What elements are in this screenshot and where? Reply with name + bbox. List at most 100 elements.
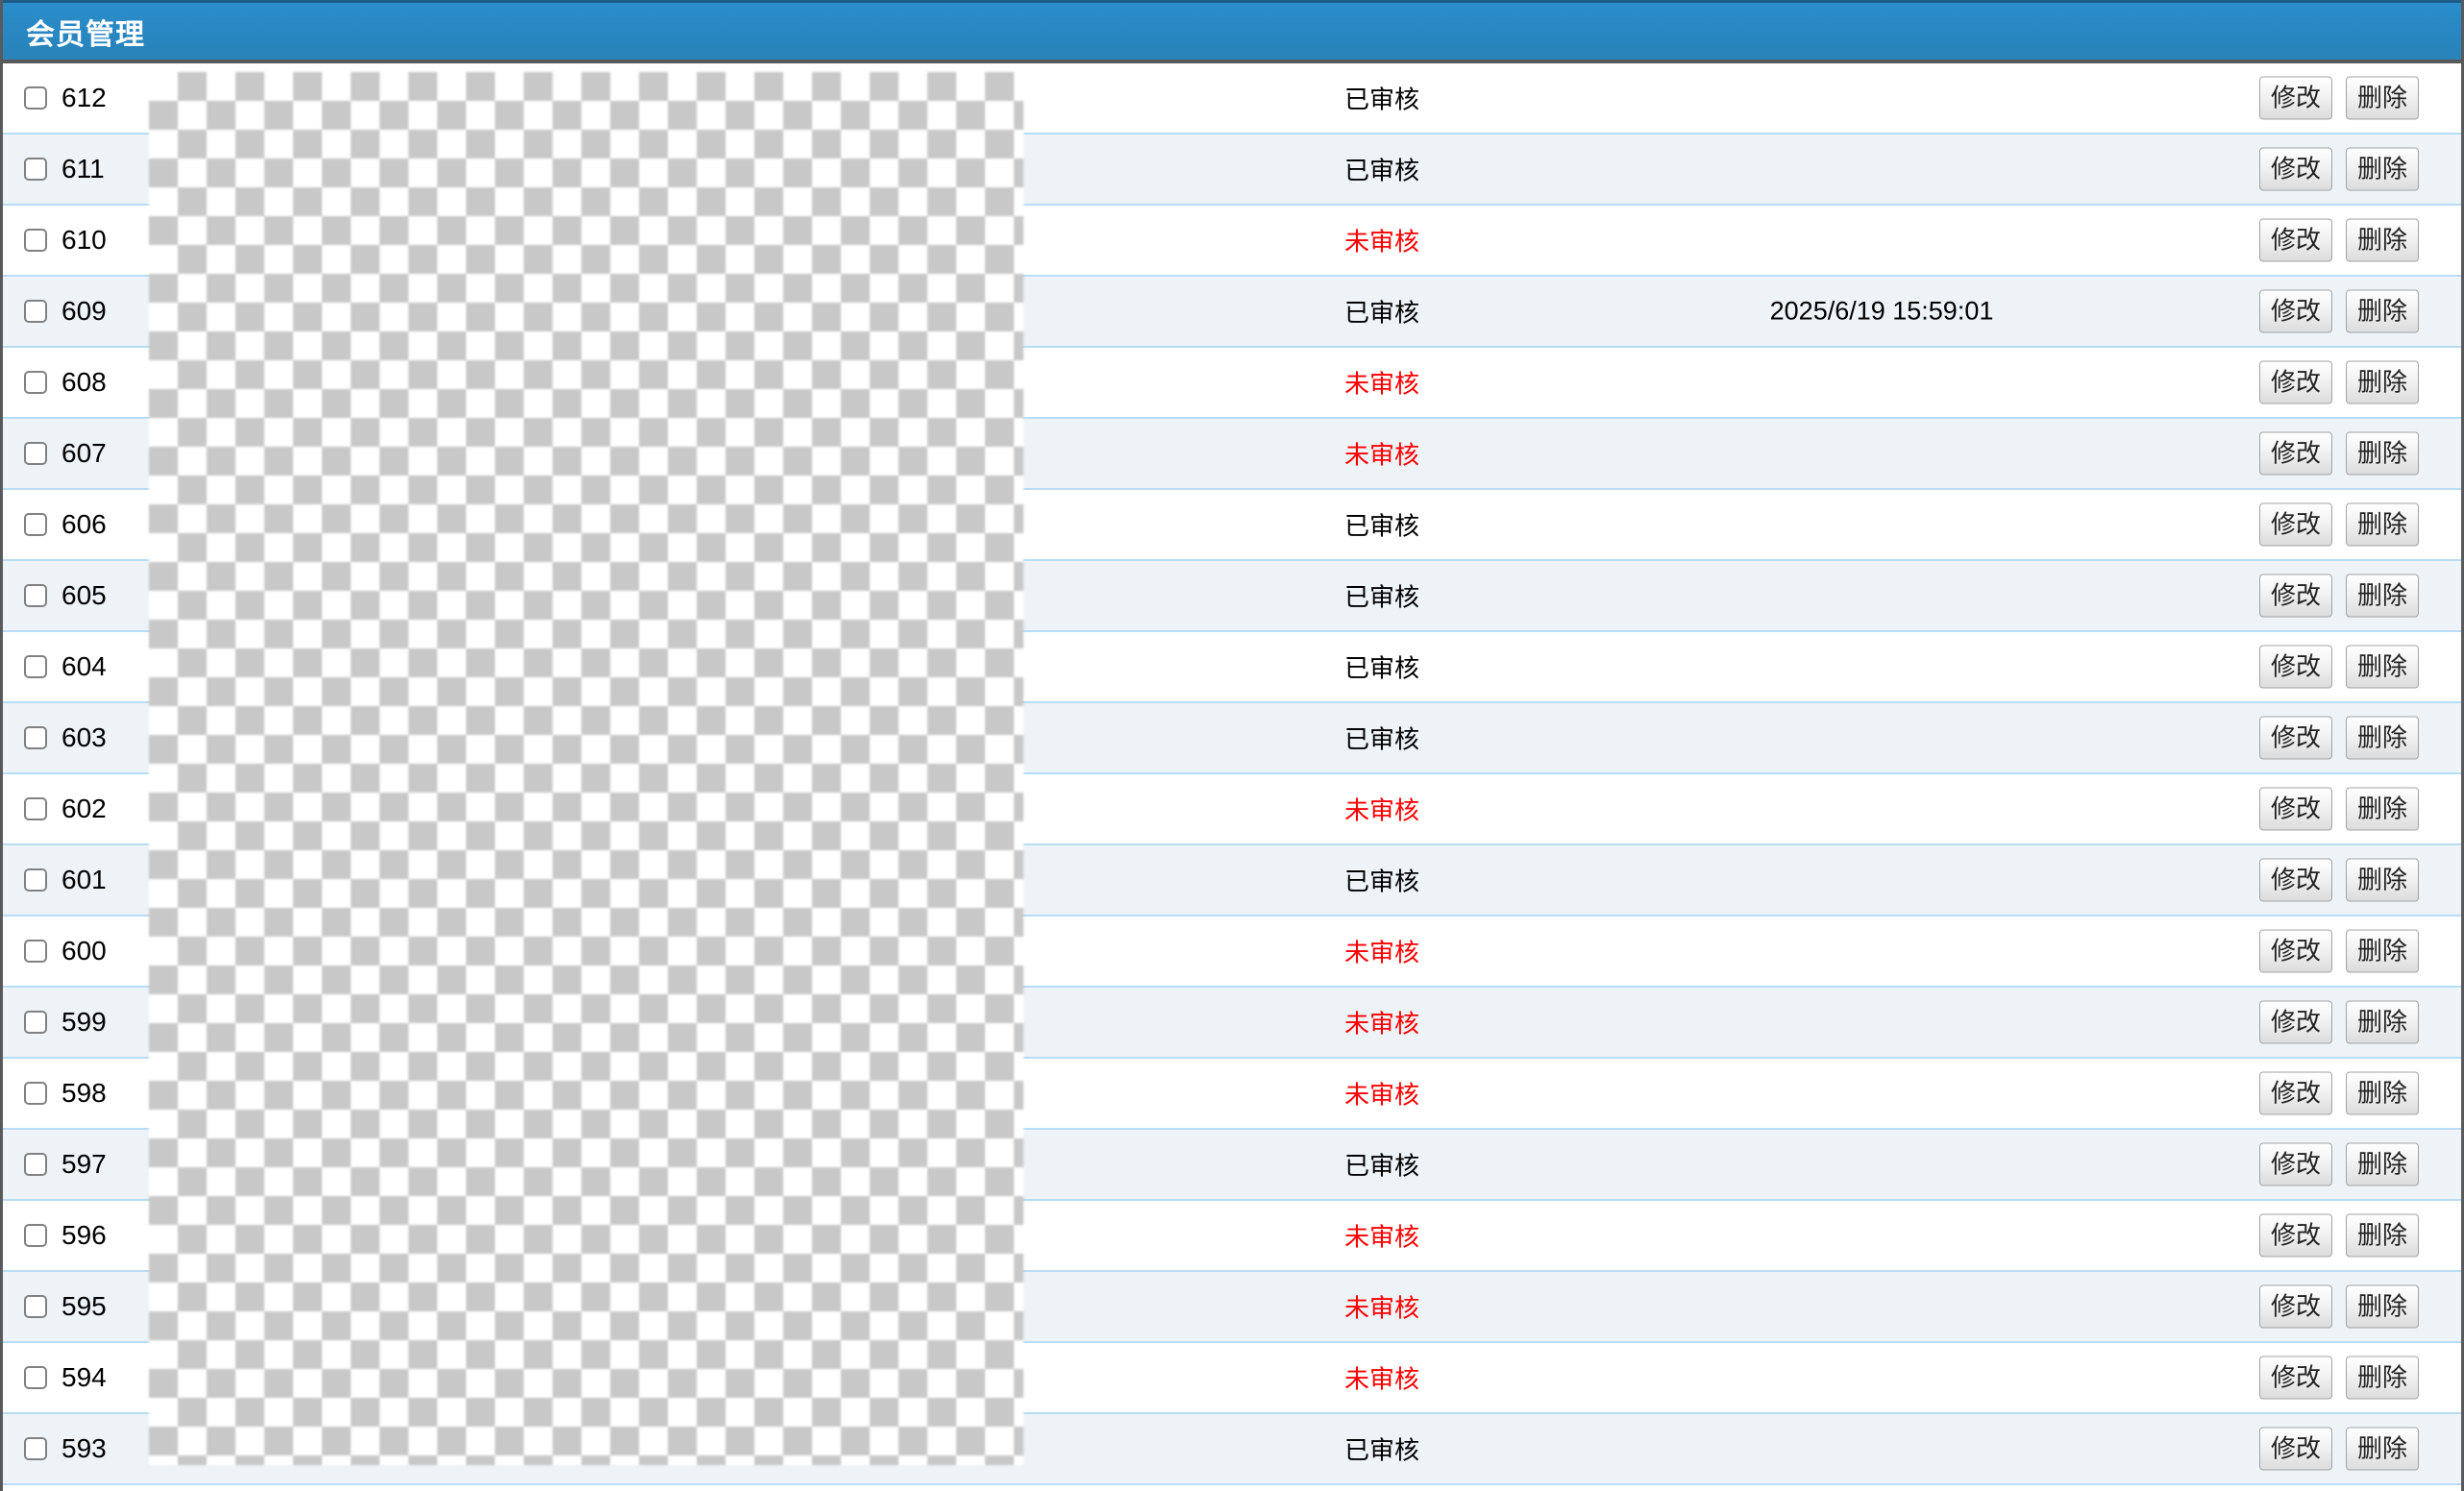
edit-button[interactable]: 修改 [2259, 1285, 2332, 1329]
audit-status: 未审核 [1238, 1218, 1526, 1254]
row-select-checkbox[interactable] [24, 1224, 47, 1247]
member-id: 606 [62, 509, 107, 540]
audit-status: 未审核 [1238, 1289, 1526, 1325]
member-management-page: 会员管理 612 已审核 修改 删除 611 已审核 修改 删除 610 未审核… [0, 0, 2464, 1491]
member-id: 596 [62, 1220, 107, 1251]
delete-button[interactable]: 删除 [2346, 1214, 2419, 1258]
delete-button[interactable]: 删除 [2346, 1072, 2419, 1115]
edit-button[interactable]: 修改 [2259, 1001, 2332, 1044]
delete-button[interactable]: 删除 [2346, 77, 2419, 120]
row-select-checkbox[interactable] [24, 1295, 47, 1318]
delete-button[interactable]: 删除 [2346, 930, 2419, 973]
table-row: 608 未审核 修改 删除 [3, 348, 2461, 419]
row-select-checkbox[interactable] [24, 1153, 47, 1176]
member-id: 595 [62, 1291, 107, 1322]
audit-status: 未审核 [1238, 1005, 1526, 1040]
audit-status: 未审核 [1238, 1360, 1526, 1396]
edit-button[interactable]: 修改 [2259, 859, 2332, 902]
delete-button[interactable]: 删除 [2346, 646, 2419, 689]
row-select-checkbox[interactable] [24, 1366, 47, 1389]
audit-status: 已审核 [1238, 721, 1526, 756]
row-select-checkbox[interactable] [24, 229, 47, 252]
row-actions: 修改 删除 [2259, 503, 2419, 547]
edit-button[interactable]: 修改 [2259, 361, 2332, 404]
edit-button[interactable]: 修改 [2259, 930, 2332, 973]
delete-button[interactable]: 删除 [2346, 290, 2419, 333]
delete-button[interactable]: 删除 [2346, 361, 2419, 404]
table-row: 606 已审核 修改 删除 [3, 490, 2461, 561]
row-actions: 修改 删除 [2259, 859, 2419, 902]
edit-button[interactable]: 修改 [2259, 77, 2332, 120]
audit-status: 已审核 [1238, 152, 1526, 187]
row-select-checkbox[interactable] [24, 655, 47, 678]
table-row: 610 未审核 修改 删除 [3, 206, 2461, 277]
row-select-checkbox[interactable] [24, 442, 47, 465]
delete-button[interactable]: 删除 [2346, 148, 2419, 191]
delete-button[interactable]: 删除 [2346, 503, 2419, 547]
row-actions: 修改 删除 [2259, 1143, 2419, 1186]
edit-button[interactable]: 修改 [2259, 1428, 2332, 1471]
row-select-checkbox[interactable] [24, 1011, 47, 1034]
row-actions: 修改 删除 [2259, 717, 2419, 760]
table-row: 599 未审核 修改 删除 [3, 988, 2461, 1059]
delete-button[interactable]: 删除 [2346, 574, 2419, 618]
audit-status: 已审核 [1238, 294, 1526, 330]
row-actions: 修改 删除 [2259, 788, 2419, 831]
row-actions: 修改 删除 [2259, 1285, 2419, 1329]
delete-button[interactable]: 删除 [2346, 1143, 2419, 1186]
table-row: 593 已审核 修改 删除 [3, 1414, 2461, 1485]
page-title: 会员管理 [26, 11, 145, 53]
table-row: 607 未审核 修改 删除 [3, 419, 2461, 490]
edit-button[interactable]: 修改 [2259, 717, 2332, 760]
member-id: 609 [62, 296, 107, 327]
member-id: 603 [62, 722, 107, 753]
delete-button[interactable]: 删除 [2346, 859, 2419, 902]
row-actions: 修改 删除 [2259, 219, 2419, 262]
row-select-checkbox[interactable] [24, 940, 47, 963]
edit-button[interactable]: 修改 [2259, 1143, 2332, 1186]
delete-button[interactable]: 删除 [2346, 1285, 2419, 1329]
delete-button[interactable]: 删除 [2346, 1357, 2419, 1400]
audit-status: 已审核 [1238, 1431, 1526, 1467]
row-select-checkbox[interactable] [24, 513, 47, 536]
edit-button[interactable]: 修改 [2259, 148, 2332, 191]
member-id: 594 [62, 1362, 107, 1393]
row-select-checkbox[interactable] [24, 584, 47, 607]
row-actions: 修改 删除 [2259, 1072, 2419, 1115]
row-select-checkbox[interactable] [24, 371, 47, 394]
edit-button[interactable]: 修改 [2259, 503, 2332, 547]
table-row: 595 未审核 修改 删除 [3, 1272, 2461, 1343]
edit-button[interactable]: 修改 [2259, 290, 2332, 333]
row-select-checkbox[interactable] [24, 797, 47, 820]
delete-button[interactable]: 删除 [2346, 432, 2419, 476]
row-select-checkbox[interactable] [24, 1437, 47, 1460]
row-select-checkbox[interactable] [24, 86, 47, 110]
edit-button[interactable]: 修改 [2259, 1357, 2332, 1400]
row-select-checkbox[interactable] [24, 726, 47, 749]
edit-button[interactable]: 修改 [2259, 1072, 2332, 1115]
table-row: 603 已审核 修改 删除 [3, 703, 2461, 774]
table-row: 601 已审核 修改 删除 [3, 845, 2461, 917]
row-select-checkbox[interactable] [24, 868, 47, 892]
delete-button[interactable]: 删除 [2346, 219, 2419, 262]
edit-button[interactable]: 修改 [2259, 1214, 2332, 1258]
edit-button[interactable]: 修改 [2259, 646, 2332, 689]
delete-button[interactable]: 删除 [2346, 788, 2419, 831]
edit-button[interactable]: 修改 [2259, 788, 2332, 831]
table-row: 594 未审核 修改 删除 [3, 1343, 2461, 1414]
delete-button[interactable]: 删除 [2346, 1001, 2419, 1044]
table-row: 602 未审核 修改 删除 [3, 774, 2461, 845]
audit-status: 已审核 [1238, 649, 1526, 685]
row-select-checkbox[interactable] [24, 158, 47, 181]
edit-button[interactable]: 修改 [2259, 574, 2332, 618]
audit-status: 已审核 [1238, 578, 1526, 614]
row-select-checkbox[interactable] [24, 300, 47, 323]
edit-button[interactable]: 修改 [2259, 219, 2332, 262]
row-select-checkbox[interactable] [24, 1082, 47, 1105]
row-actions: 修改 删除 [2259, 1428, 2419, 1471]
edit-button[interactable]: 修改 [2259, 432, 2332, 476]
member-id: 600 [62, 936, 107, 966]
delete-button[interactable]: 删除 [2346, 717, 2419, 760]
member-id: 611 [62, 154, 105, 184]
delete-button[interactable]: 删除 [2346, 1428, 2419, 1471]
